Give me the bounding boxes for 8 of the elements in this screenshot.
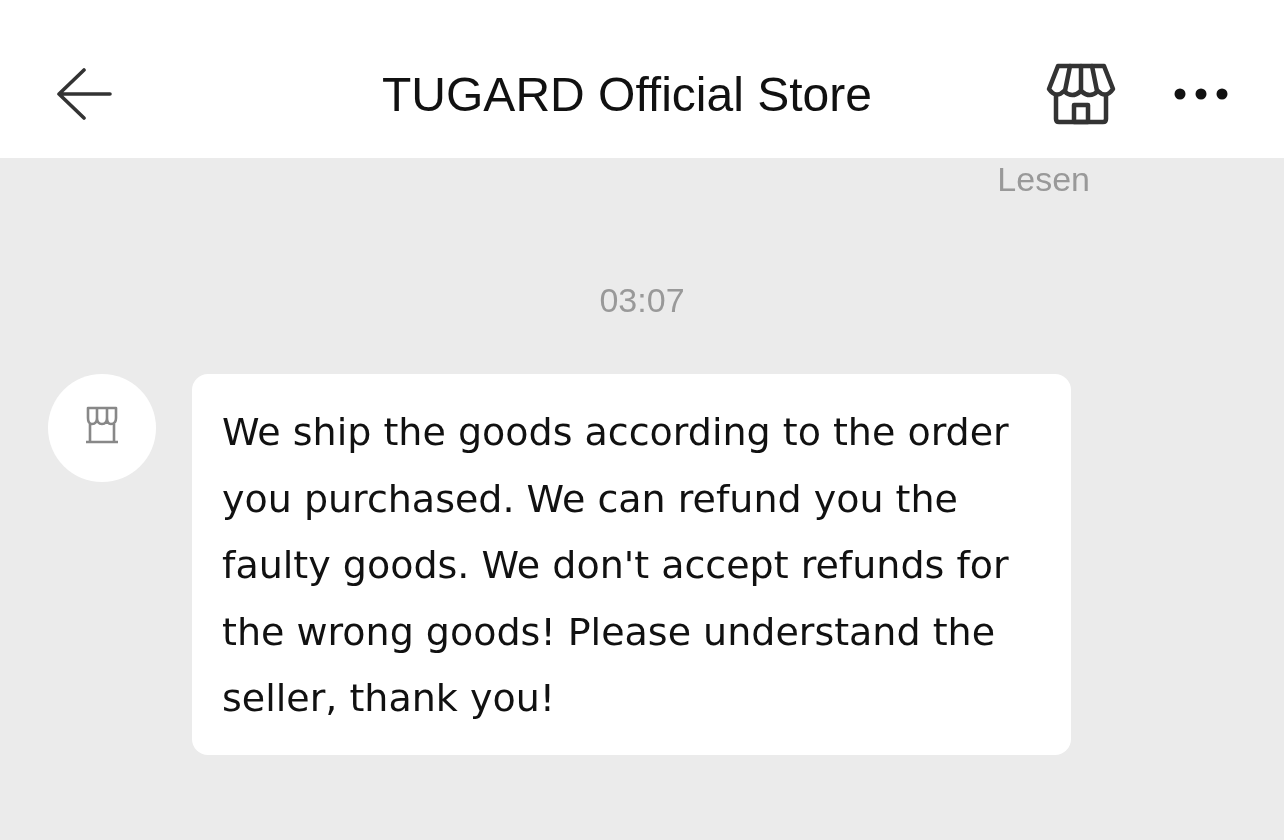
store-avatar-icon — [48, 374, 156, 482]
message-bubble: We ship the goods according to the order you purchased. We can refund you the faulty goods. We don't accept refunds for the wrong goods! Please understand the seller, thank you! — [192, 374, 1071, 755]
more-options-icon[interactable] — [1174, 88, 1228, 100]
read-status: Lesen — [997, 159, 1090, 199]
back-arrow-icon[interactable] — [56, 68, 112, 120]
store-title: TUGARD Official Store — [381, 66, 873, 122]
shop-icon[interactable] — [1046, 63, 1116, 125]
message-time: 03:07 — [599, 280, 685, 321]
